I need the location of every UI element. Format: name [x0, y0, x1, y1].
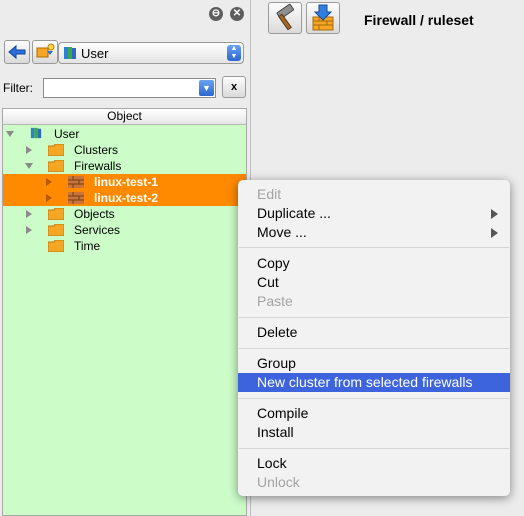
menu-item-unlock[interactable]: Unlock	[238, 473, 510, 492]
clear-icon: x	[230, 81, 238, 93]
folder-icon	[48, 144, 64, 156]
hammer-icon	[276, 3, 294, 31]
filter-clear-button[interactable]: x	[222, 76, 246, 98]
menu-item-new-cluster[interactable]: New cluster from selected firewalls	[238, 373, 510, 392]
expand-toggle-icon[interactable]	[46, 178, 52, 186]
object-tree-panel: ⊖ ✕ User ▲ ▼ Filter: ▼ x Object User Clu…	[0, 0, 251, 516]
menu-separator	[239, 317, 509, 318]
submenu-arrow-icon	[491, 228, 498, 238]
menu-item-delete[interactable]: Delete	[238, 323, 510, 342]
back-button[interactable]	[4, 40, 30, 64]
menu-item-group[interactable]: Group	[238, 354, 510, 373]
tree-item-label: Firewalls	[74, 159, 122, 173]
editor-title: Firewall / ruleset	[364, 12, 474, 28]
filter-input[interactable]	[43, 78, 216, 98]
expand-toggle-icon[interactable]	[26, 226, 32, 234]
folder-icon	[48, 224, 64, 236]
new-object-button[interactable]	[32, 40, 58, 64]
library-icon	[64, 47, 76, 59]
menu-item-move[interactable]: Move ...	[238, 223, 510, 242]
library-icon	[30, 127, 42, 139]
firewall-icon	[68, 176, 84, 188]
folder-icon	[48, 240, 64, 252]
compile-button[interactable]	[268, 2, 302, 34]
expand-toggle-icon[interactable]	[46, 194, 52, 202]
menu-item-cut[interactable]: Cut	[238, 273, 510, 292]
tree-item-user[interactable]: User	[3, 126, 246, 142]
tree-item-label: Services	[74, 223, 121, 237]
chevron-down-icon: ▼	[202, 83, 211, 93]
menu-item-install[interactable]: Install	[238, 423, 510, 442]
tree-item-label: linux-test-1	[94, 175, 159, 189]
tree-item-clusters[interactable]: Clusters	[3, 142, 246, 158]
tree-item-services[interactable]: Services	[3, 222, 246, 238]
panel-restore-button[interactable]: ⊖	[209, 7, 223, 21]
library-select[interactable]: User ▲ ▼	[58, 42, 244, 64]
panel-close-button[interactable]: ✕	[230, 7, 244, 21]
folder-icon	[48, 208, 64, 220]
submenu-arrow-icon	[491, 209, 498, 219]
install-button[interactable]	[306, 2, 340, 34]
tree-item-time[interactable]: Time	[3, 238, 246, 254]
tree-item-label: Time	[74, 239, 101, 253]
tree-item-firewalls[interactable]: Firewalls	[3, 158, 246, 174]
tree-column-header: Object	[3, 109, 246, 125]
expand-toggle-icon[interactable]	[25, 163, 33, 169]
tree-item-label: Clusters	[74, 143, 119, 157]
tree-item-label: User	[54, 127, 80, 141]
firewall-icon	[68, 192, 84, 204]
new-object-icon	[36, 43, 55, 58]
filter-dropdown-button[interactable]: ▼	[199, 80, 214, 96]
tree-item-label: linux-test-2	[94, 191, 159, 205]
install-firewall-icon	[312, 4, 334, 31]
menu-item-copy[interactable]: Copy	[238, 254, 510, 273]
folder-icon	[48, 160, 64, 172]
library-select-value: User	[81, 46, 109, 61]
tree-item-linux-test-2[interactable]: linux-test-2	[3, 190, 246, 206]
chevron-updown-icon: ▲ ▼	[227, 45, 241, 61]
menu-separator	[239, 448, 509, 449]
context-menu: Edit Duplicate ... Move ... Copy Cut Pas…	[238, 180, 510, 496]
tree-item-objects[interactable]: Objects	[3, 206, 246, 222]
back-arrow-icon	[8, 44, 26, 60]
menu-item-duplicate[interactable]: Duplicate ...	[238, 204, 510, 223]
menu-separator	[239, 348, 509, 349]
tree-item-label: Objects	[74, 207, 115, 221]
expand-toggle-icon[interactable]	[6, 131, 14, 137]
menu-item-edit[interactable]: Edit	[238, 185, 510, 204]
tree-item-linux-test-1[interactable]: linux-test-1	[3, 174, 246, 190]
menu-item-paste[interactable]: Paste	[238, 292, 510, 311]
expand-toggle-icon[interactable]	[26, 146, 32, 154]
restore-icon: ⊖	[211, 8, 221, 19]
object-tree: Object User Clusters Firewalls linux-tes…	[2, 108, 247, 516]
expand-toggle-icon[interactable]	[26, 210, 32, 218]
filter-label: Filter:	[3, 81, 33, 95]
menu-item-compile[interactable]: Compile	[238, 404, 510, 423]
menu-separator	[239, 247, 509, 248]
menu-separator	[239, 398, 509, 399]
menu-item-lock[interactable]: Lock	[238, 454, 510, 473]
close-icon: ✕	[232, 8, 242, 19]
